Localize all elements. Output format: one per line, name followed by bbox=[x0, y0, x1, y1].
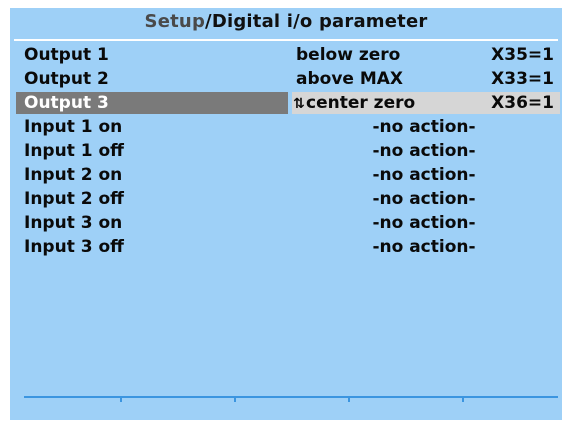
softkey-separator bbox=[462, 398, 464, 402]
row-input-3-on[interactable]: Input 3 on -no action- bbox=[10, 211, 562, 235]
row-input-1-off[interactable]: Input 1 off -no action- bbox=[10, 139, 562, 163]
softkey-divider bbox=[24, 396, 558, 398]
row-label: Output 2 bbox=[24, 69, 109, 89]
row-code: X36=1 bbox=[491, 93, 554, 113]
row-value[interactable]: -no action- bbox=[296, 187, 552, 211]
softkey-separator bbox=[120, 398, 122, 402]
row-value-text: center zero bbox=[306, 93, 416, 113]
row-value[interactable]: -no action- bbox=[296, 115, 552, 139]
row-value[interactable]: ⇅center zero bbox=[292, 91, 415, 116]
row-input-2-on[interactable]: Input 2 on -no action- bbox=[10, 163, 562, 187]
row-value[interactable]: -no action- bbox=[296, 211, 552, 235]
row-value[interactable]: -no action- bbox=[296, 139, 552, 163]
row-label: Input 1 on bbox=[24, 117, 123, 137]
row-code: X33=1 bbox=[491, 69, 554, 89]
row-label: Input 1 off bbox=[24, 141, 124, 161]
softkey-separator bbox=[348, 398, 350, 402]
row-label: Output 1 bbox=[24, 45, 109, 65]
breadcrumb-separator: / bbox=[205, 11, 212, 32]
row-label: Input 2 off bbox=[24, 189, 124, 209]
row-value[interactable]: below zero bbox=[296, 43, 400, 67]
row-output-2[interactable]: Output 2 above MAX X33=1 bbox=[10, 67, 562, 91]
row-label: Input 2 on bbox=[24, 165, 123, 185]
row-value[interactable]: -no action- bbox=[296, 163, 552, 187]
breadcrumb-current: Digital i/o parameter bbox=[211, 11, 428, 32]
row-input-2-off[interactable]: Input 2 off -no action- bbox=[10, 187, 562, 211]
softkey-separator bbox=[234, 398, 236, 402]
row-label: Input 3 on bbox=[24, 213, 123, 233]
header-divider bbox=[14, 39, 558, 41]
parameter-screen: Setup/Digital i/o parameter Output 1 bel… bbox=[10, 8, 562, 420]
row-code: X35=1 bbox=[491, 45, 554, 65]
up-down-arrow-icon: ⇅ bbox=[293, 96, 305, 112]
row-label: Input 3 off bbox=[24, 237, 124, 257]
parameter-list: Output 1 below zero X35=1 Output 2 above… bbox=[10, 43, 562, 259]
row-label: Output 3 bbox=[24, 93, 109, 113]
row-value[interactable]: -no action- bbox=[296, 235, 552, 259]
row-value[interactable]: above MAX bbox=[296, 67, 403, 91]
row-input-3-off[interactable]: Input 3 off -no action- bbox=[10, 235, 562, 259]
page-title: Setup/Digital i/o parameter bbox=[10, 8, 562, 35]
row-output-1[interactable]: Output 1 below zero X35=1 bbox=[10, 43, 562, 67]
breadcrumb-setup[interactable]: Setup bbox=[145, 11, 205, 32]
row-input-1-on[interactable]: Input 1 on -no action- bbox=[10, 115, 562, 139]
row-output-3-selected[interactable]: Output 3 ⇅center zero X36=1 bbox=[10, 91, 562, 115]
